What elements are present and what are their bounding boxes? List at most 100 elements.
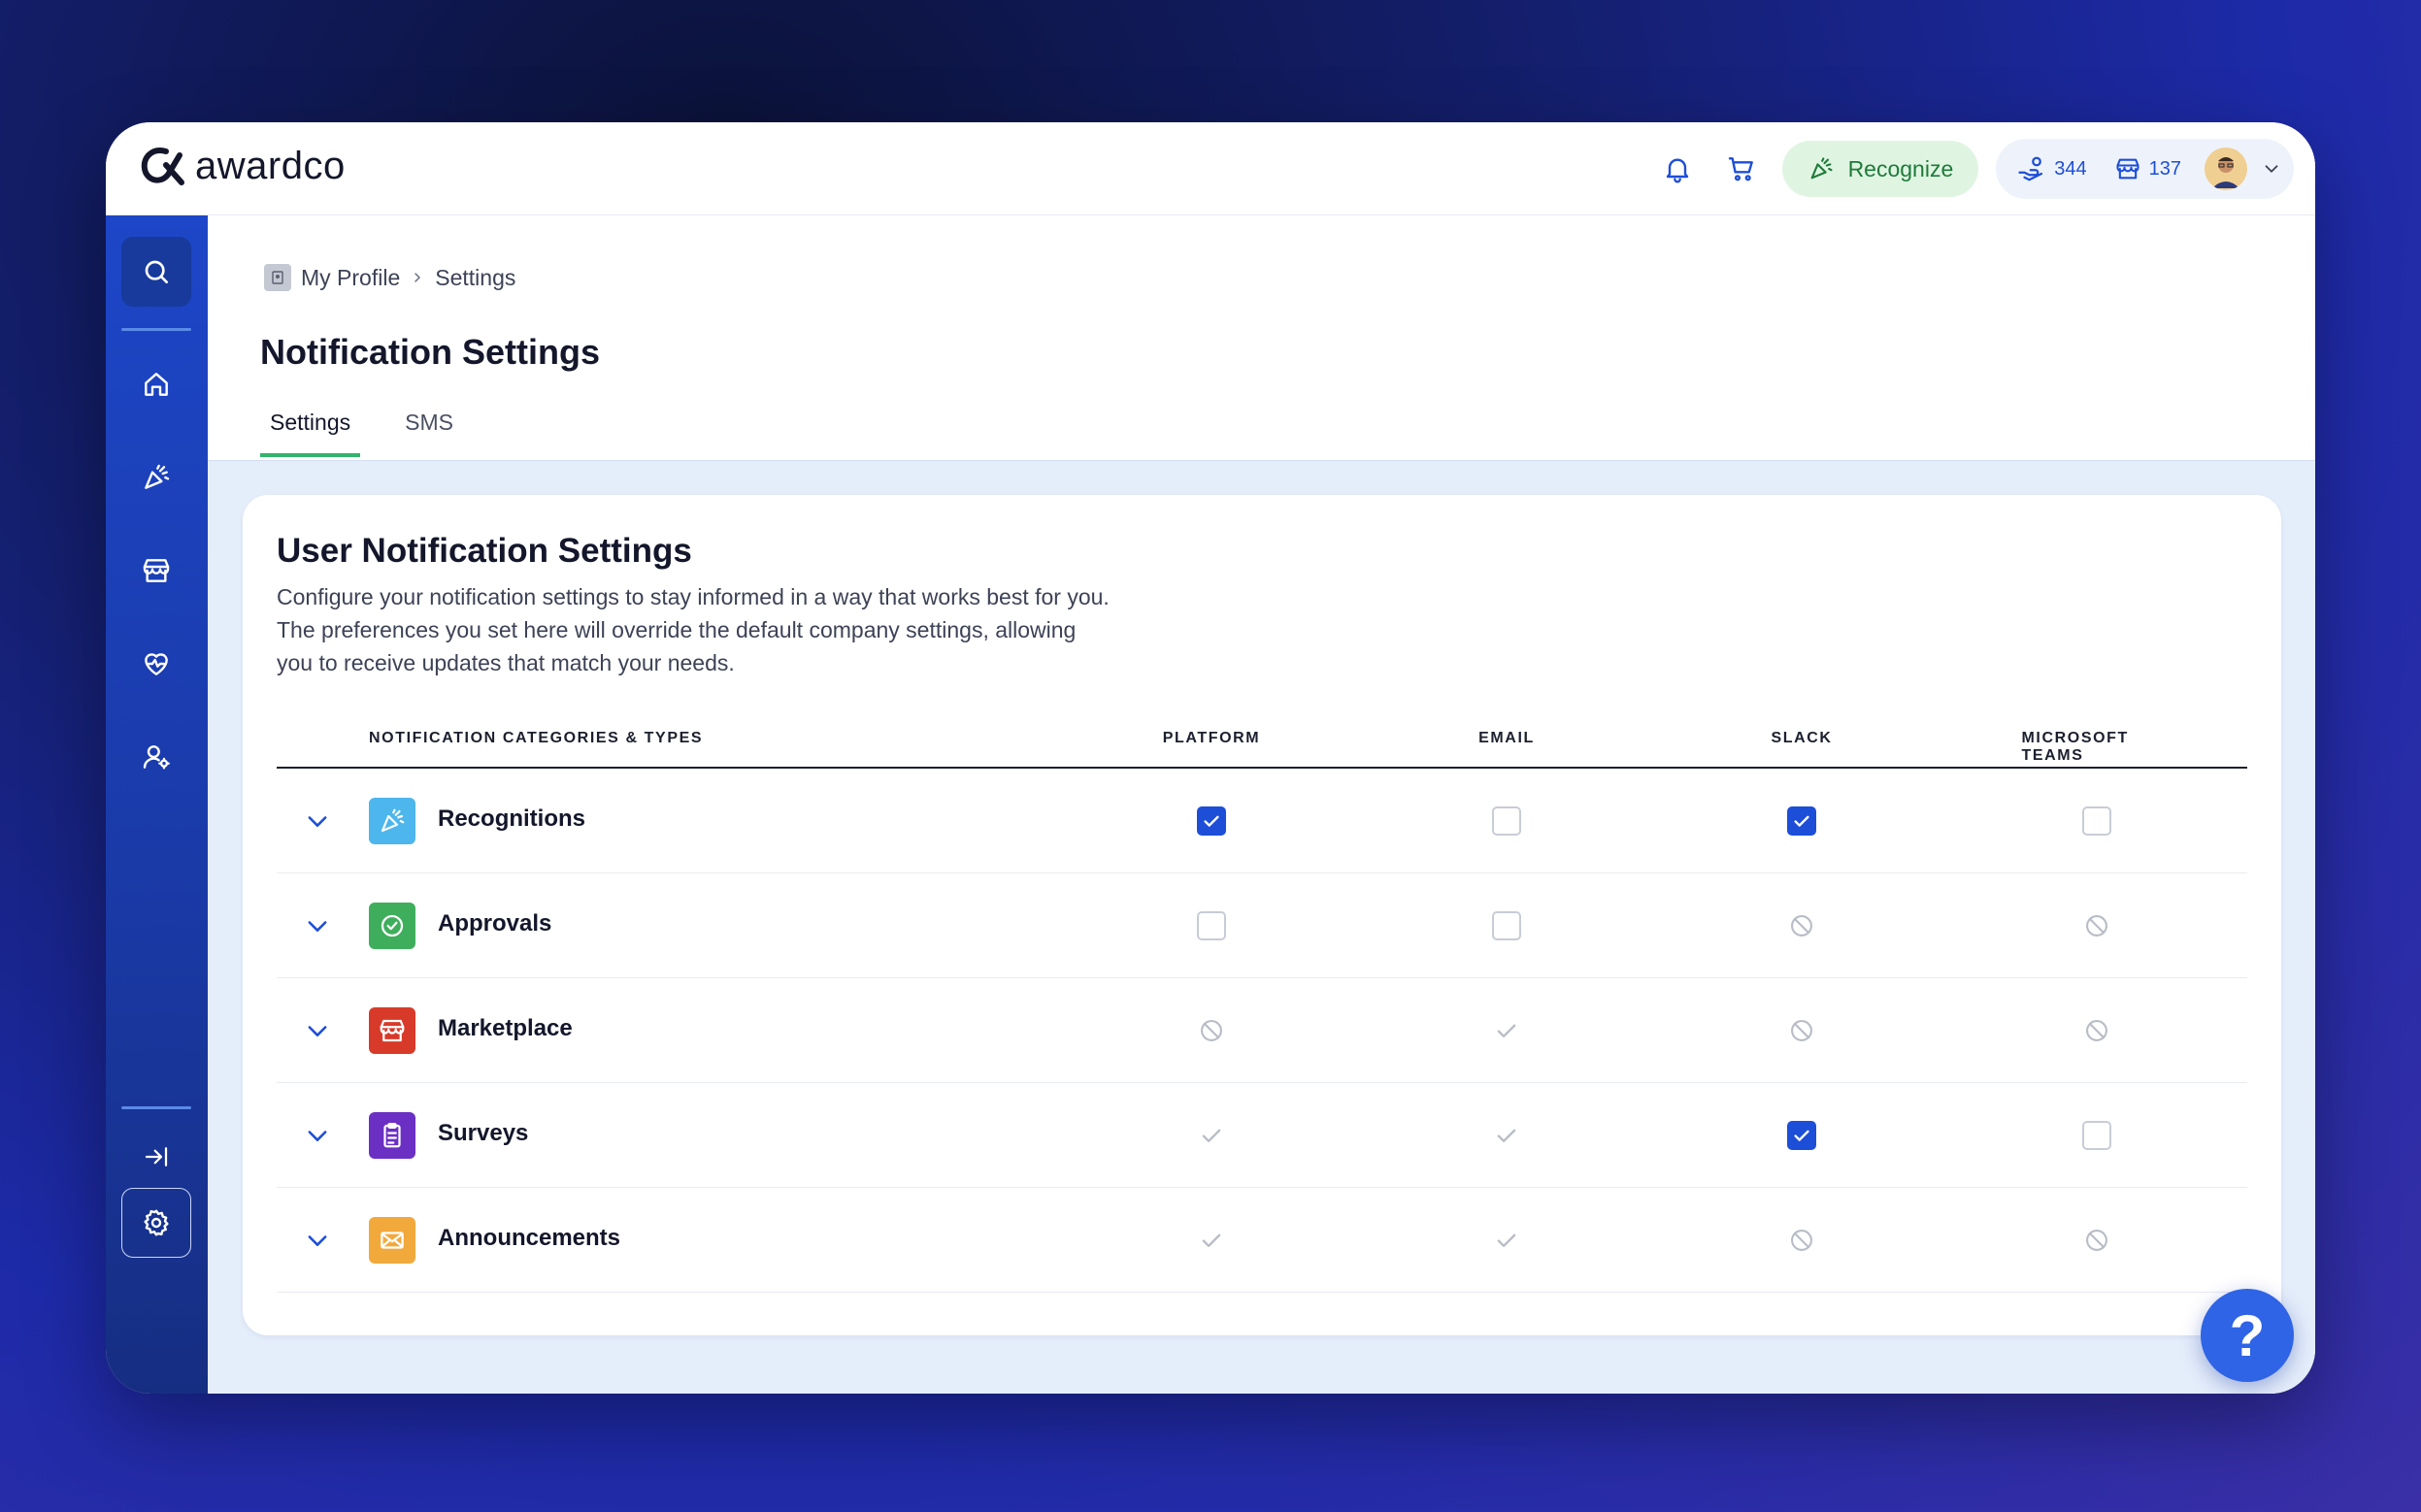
party-popper-icon <box>381 808 405 833</box>
page-title: Notification Settings <box>260 332 600 372</box>
store-icon <box>380 1019 405 1042</box>
sidebar-item-recognize[interactable] <box>121 443 191 512</box>
sidebar-search[interactable] <box>121 237 191 307</box>
cart-button[interactable] <box>1718 146 1765 192</box>
header-category: NOTIFICATION CATEGORIES & TYPES <box>369 730 704 746</box>
tab-settings[interactable]: Settings <box>260 410 361 457</box>
collapse-arrow-icon <box>145 1147 168 1167</box>
points-balance: 344 <box>2017 154 2087 183</box>
collapse-sidebar-button[interactable] <box>121 1130 191 1184</box>
checkbox-unchecked[interactable] <box>1197 911 1226 940</box>
store-balance: 137 <box>2114 155 2181 182</box>
sidebar-item-wellness[interactable] <box>121 629 191 699</box>
logo-text: awardco <box>195 144 346 187</box>
top-bar: awardco Recognize 344 137 <box>106 122 2315 215</box>
cell-email <box>1491 1015 1522 1046</box>
cell-teams <box>2081 805 2112 837</box>
table-row: Announcements <box>277 1188 2247 1293</box>
avatar[interactable] <box>2205 148 2247 190</box>
user-gear-icon <box>143 745 170 770</box>
recognize-button[interactable]: Recognize <box>1781 141 1979 197</box>
sidebar-divider-bottom <box>121 1106 191 1109</box>
cell-slack <box>1786 1015 1817 1046</box>
awardco-logo-icon <box>141 148 184 185</box>
checkbox-checked[interactable] <box>1787 1121 1816 1150</box>
table-row: Approvals <box>277 873 2247 978</box>
store-icon <box>143 559 170 582</box>
help-button[interactable]: ? <box>2201 1289 2294 1382</box>
hand-coins-icon <box>2018 156 2043 181</box>
sidebar-item-marketplace[interactable] <box>121 536 191 606</box>
category-label: Surveys <box>438 1120 529 1146</box>
unavailable-icon <box>1791 1230 1812 1251</box>
tab-sms[interactable]: SMS <box>395 410 463 457</box>
cell-teams <box>2081 1225 2112 1256</box>
checkmark-icon <box>1202 1129 1221 1142</box>
category-label: Recognitions <box>438 805 586 832</box>
cell-email <box>1491 805 1522 837</box>
logo[interactable]: awardco <box>137 144 346 188</box>
checkbox-unchecked[interactable] <box>1492 806 1521 836</box>
cell-slack <box>1786 1225 1817 1256</box>
chevron-down-icon[interactable] <box>304 1017 331 1044</box>
cell-teams <box>2081 1015 2112 1046</box>
cell-platform <box>1196 1225 1227 1256</box>
check-circle-icon <box>381 914 404 937</box>
cell-platform <box>1196 805 1227 837</box>
cell-platform <box>1196 1015 1227 1046</box>
store-value: 137 <box>2148 157 2181 180</box>
checkmark-icon <box>1497 1129 1516 1142</box>
points-value: 344 <box>2054 157 2087 180</box>
sidebar-item-admin[interactable] <box>121 722 191 792</box>
category-icon <box>369 903 415 949</box>
party-popper-icon <box>145 464 170 489</box>
table-row: Surveys <box>277 1083 2247 1188</box>
unavailable-icon <box>1791 915 1812 937</box>
category-label: Approvals <box>438 910 552 937</box>
chevron-down-icon[interactable] <box>304 912 331 939</box>
checkbox-unchecked[interactable] <box>2082 1121 2111 1150</box>
card-title: User Notification Settings <box>277 532 692 570</box>
header-teams: MICROSOFT TEAMS <box>2021 730 2129 764</box>
checkbox-unchecked[interactable] <box>1492 911 1521 940</box>
heart-pulse-icon <box>145 653 168 675</box>
table-row: Marketplace <box>277 978 2247 1083</box>
unavailable-icon <box>2086 915 2107 937</box>
notifications-button[interactable] <box>1654 146 1701 192</box>
gear-icon <box>144 1209 169 1236</box>
chevron-down-icon[interactable] <box>304 1227 331 1254</box>
cell-platform <box>1196 1120 1227 1151</box>
notification-table: NOTIFICATION CATEGORIES & TYPES PLATFORM… <box>277 708 2247 1293</box>
envelope-icon <box>381 1232 404 1249</box>
cell-email <box>1491 1225 1522 1256</box>
category-label: Announcements <box>438 1225 621 1251</box>
user-avatar-icon <box>2205 148 2247 190</box>
cart-icon <box>1728 157 1753 181</box>
breadcrumb-current: Settings <box>435 264 516 290</box>
notification-settings-card: User Notification Settings Configure you… <box>243 495 2281 1335</box>
home-icon <box>145 373 168 396</box>
chevron-down-icon[interactable] <box>2261 158 2282 180</box>
table-row: Recognitions <box>277 769 2247 873</box>
party-popper-icon <box>1810 157 1833 180</box>
category-icon <box>369 1007 415 1054</box>
chevron-down-icon[interactable] <box>304 807 331 835</box>
sidebar-item-home[interactable] <box>121 349 191 419</box>
checkbox-checked[interactable] <box>1197 806 1226 836</box>
header-platform: PLATFORM <box>1162 730 1261 746</box>
breadcrumb: My Profile Settings <box>264 264 515 291</box>
checkbox-unchecked[interactable] <box>2082 806 2111 836</box>
cell-slack <box>1786 805 1817 837</box>
sidebar-item-settings[interactable] <box>121 1188 191 1258</box>
header-slack: SLACK <box>1771 730 1833 746</box>
balance-pill[interactable]: 344 137 <box>1996 139 2294 199</box>
cell-teams <box>2081 1120 2112 1151</box>
checkmark-icon <box>1794 815 1809 827</box>
unavailable-icon <box>2086 1020 2107 1041</box>
category-label: Marketplace <box>438 1015 573 1041</box>
checkmark-icon <box>1497 1024 1516 1037</box>
category-icon <box>369 798 415 844</box>
checkbox-checked[interactable] <box>1787 806 1816 836</box>
chevron-down-icon[interactable] <box>304 1122 331 1149</box>
breadcrumb-parent[interactable]: My Profile <box>301 265 400 291</box>
